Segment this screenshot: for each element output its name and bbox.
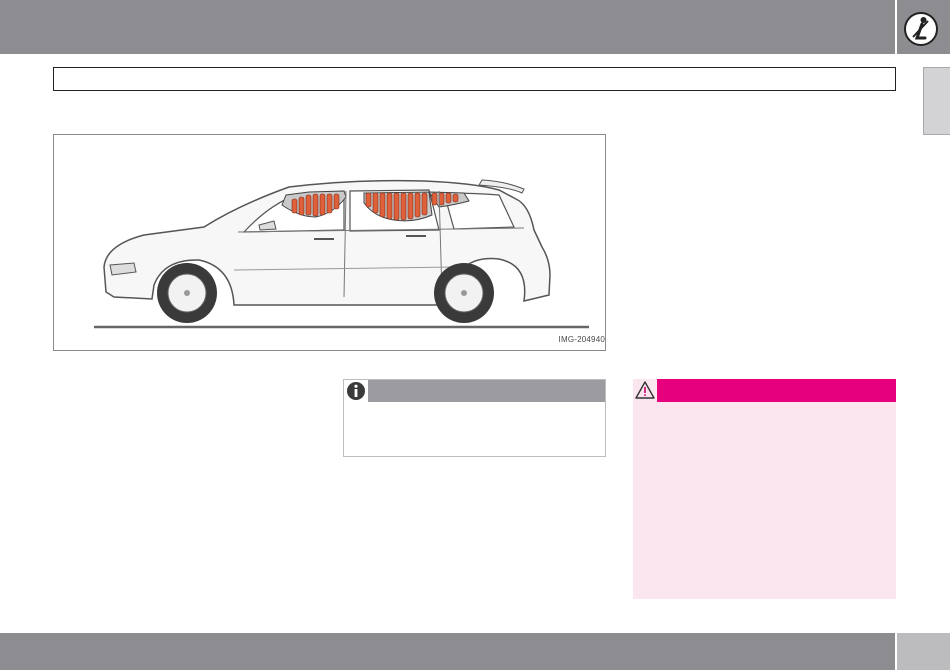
note-box [343,379,606,457]
figure-frame: IMG-204940 [53,134,606,351]
seat-belt-safety-icon [904,12,938,46]
warning-box [633,379,896,599]
chapter-tab[interactable] [923,67,950,135]
section-heading [53,67,896,91]
footer-bar [0,633,895,670]
page-number-box [897,633,950,670]
car-illustration [94,179,589,329]
warning-triangle-icon [635,381,655,399]
warning-header [633,379,896,402]
note-header [344,380,605,402]
header-bar [0,0,895,54]
info-icon [347,382,365,400]
image-code: IMG-204940 [558,335,605,344]
